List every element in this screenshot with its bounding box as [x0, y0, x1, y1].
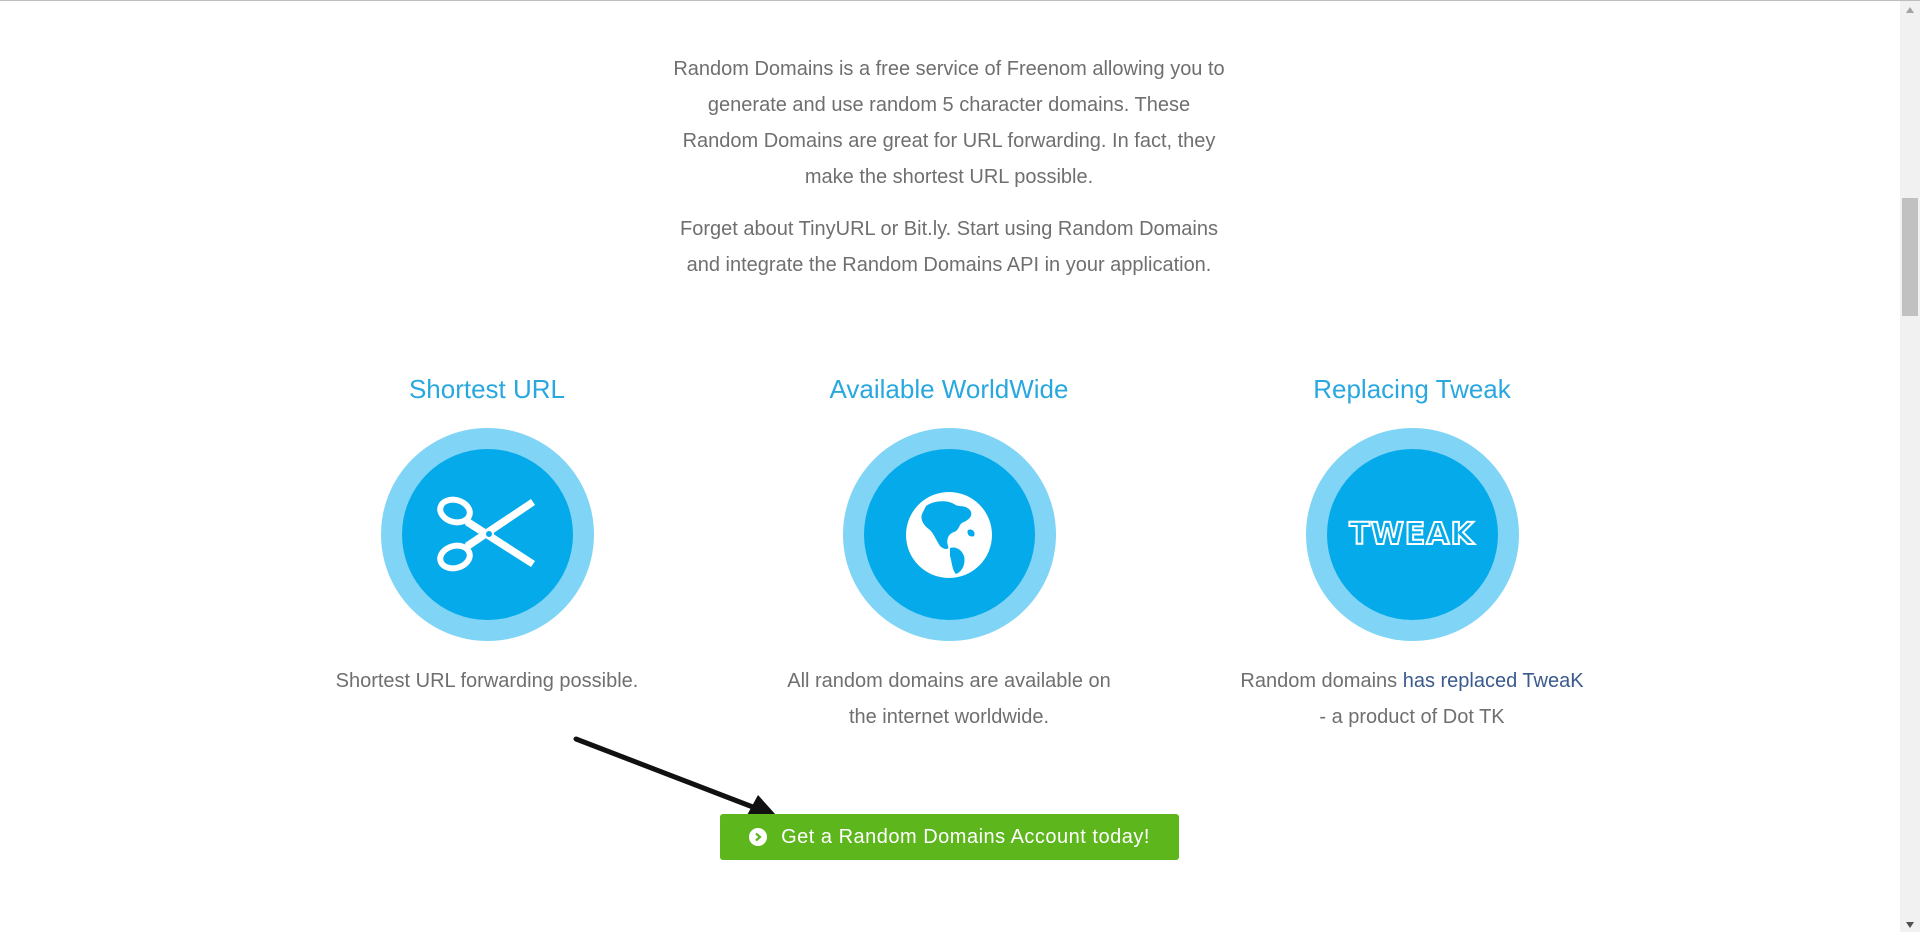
scroll-up-arrow-icon[interactable] — [1900, 1, 1920, 18]
intro-paragraph-1: Random Domains is a free service of Free… — [0, 51, 1898, 195]
page: Random Domains is a free service of Free… — [0, 0, 1920, 932]
feature-desc-line: - a product of Dot TK — [1319, 706, 1505, 728]
scrollbar-thumb[interactable] — [1902, 198, 1918, 316]
feature-desc-line: Shortest URL forwarding possible. — [335, 670, 639, 692]
annotation-arrow-icon — [573, 736, 776, 817]
feature-description: Shortest URL forwarding possible. — [247, 663, 727, 699]
vertical-scrollbar[interactable] — [1900, 1, 1920, 932]
scissors-icon — [437, 496, 535, 571]
feature-shortest-url: Shortest URL Shortest URL forwarding pos — [247, 371, 727, 699]
globe-icon — [906, 491, 992, 578]
scroll-down-arrow-icon[interactable] — [1900, 916, 1920, 932]
intro-line: make the shortest URL possible. — [804, 166, 1094, 188]
feature-description: Random domains has replaced TweaK - a pr… — [1172, 663, 1652, 735]
chevron-circle-right-icon — [749, 828, 768, 846]
feature-title: Shortest URL — [408, 374, 566, 404]
tweak-logo-icon: TWEAK — [1348, 516, 1475, 553]
feature-title: Replacing Tweak — [1313, 374, 1511, 404]
feature-icon-circle — [380, 428, 594, 641]
intro-line: Forget about TinyURL or Bit.ly. Start us… — [679, 218, 1218, 240]
intro-line: Random Domains are great for URL forward… — [682, 130, 1216, 152]
feature-desc-line: the internet worldwide. — [848, 706, 1050, 728]
feature-desc-line: All random domains are available on — [787, 670, 1111, 692]
get-account-button-label: Get a Random Domains Account today! — [781, 825, 1150, 848]
intro-paragraph-2: Forget about TinyURL or Bit.ly. Start us… — [0, 211, 1898, 283]
intro-line: generate and use random 5 character doma… — [707, 94, 1191, 116]
feature-replacing-tweak: Replacing Tweak TWEAK Random domains has… — [1172, 371, 1652, 735]
feature-title: Available WorldWide — [829, 374, 1069, 404]
feature-available-worldwide: Available WorldWide All random domains a… — [709, 371, 1189, 735]
tweak-link[interactable]: has replaced TweaK — [1403, 670, 1584, 692]
feature-desc-line: Random domains has replaced TweaK — [1172, 663, 1652, 699]
feature-desc-text: Random domains — [1240, 670, 1403, 692]
intro-line: and integrate the Random Domains API in … — [686, 254, 1212, 276]
intro-line: Random Domains is a free service of Free… — [673, 58, 1225, 80]
feature-description: All random domains are available on the … — [709, 663, 1189, 735]
feature-icon-circle — [842, 428, 1056, 641]
get-account-button[interactable]: Get a Random Domains Account today! — [720, 814, 1179, 860]
feature-icon-circle: TWEAK — [1305, 428, 1519, 641]
